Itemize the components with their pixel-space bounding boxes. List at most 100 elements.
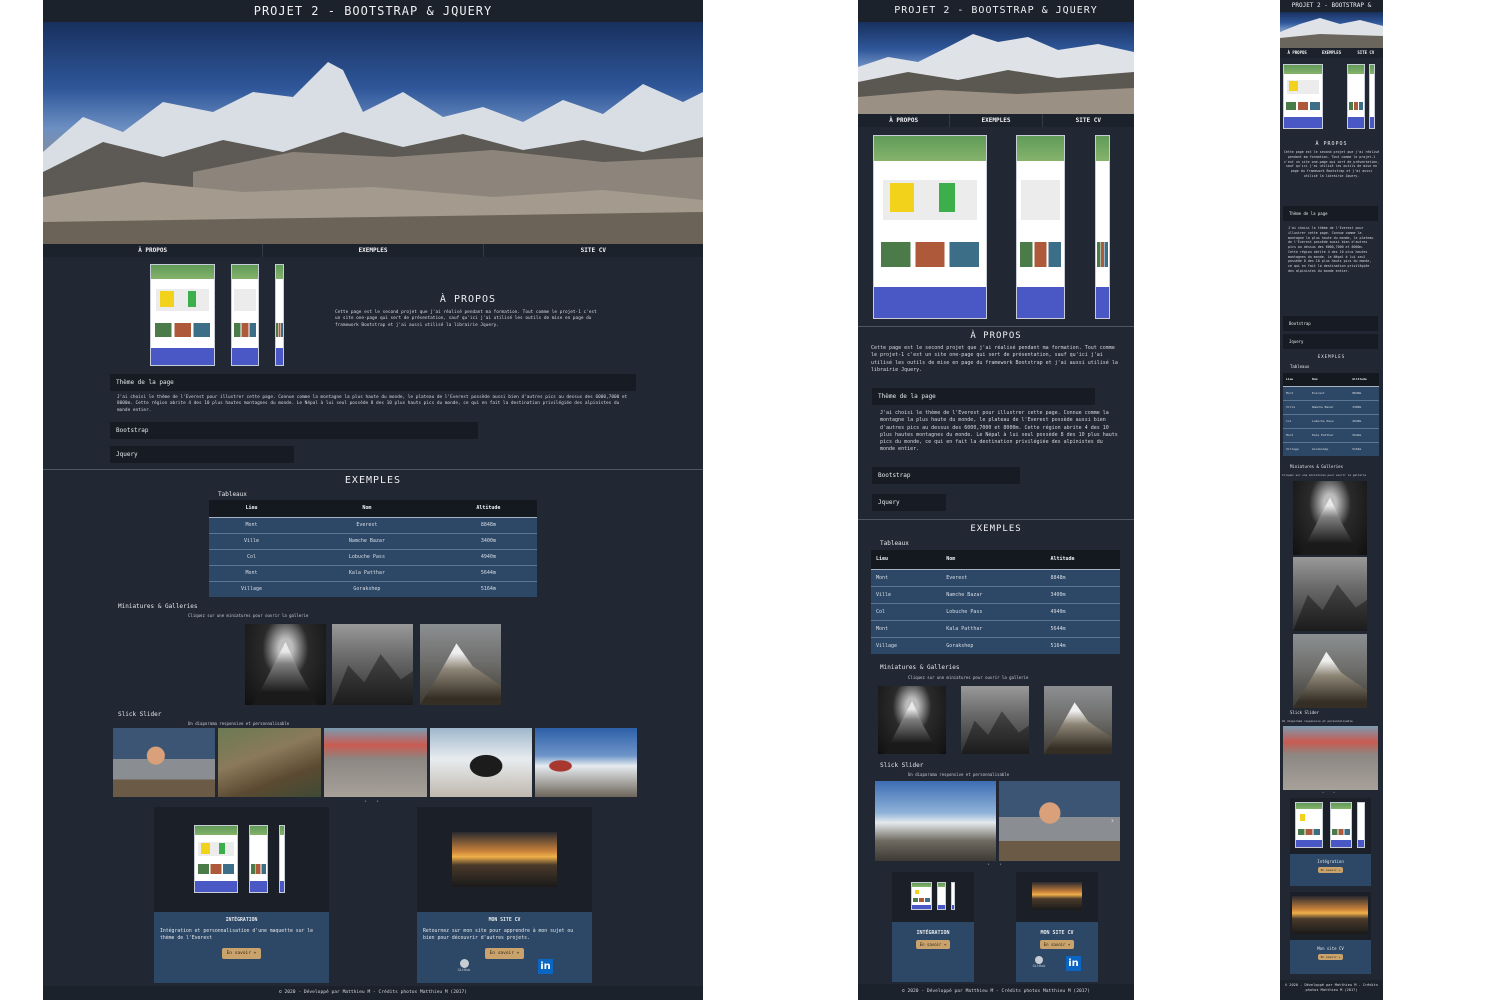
nav-examples[interactable]: EXEMPLES bbox=[950, 114, 1043, 127]
accordion-bootstrap[interactable]: Bootstrap bbox=[1283, 316, 1378, 331]
slider-dots[interactable]: • • bbox=[966, 862, 1026, 868]
table-cell: 3400m bbox=[439, 532, 537, 549]
integration-card-title: INTÉGRATION bbox=[916, 930, 950, 936]
table-cell: Everest bbox=[1312, 385, 1353, 400]
table-cell: Gorakshep bbox=[946, 636, 1051, 654]
nav-examples[interactable]: EXEMPLES bbox=[263, 244, 484, 257]
altitude-table: Lieu Nom Altitude Mont Everest 8848m Ville N… bbox=[1283, 373, 1379, 456]
cv-more-button[interactable]: En savoir + bbox=[484, 948, 525, 960]
gallery-thumbnail[interactable] bbox=[245, 624, 326, 705]
nav-about[interactable]: À PROPOS bbox=[43, 244, 264, 257]
linkedin-icon[interactable]: in bbox=[1066, 956, 1081, 971]
accordion-bootstrap[interactable]: Bootstrap bbox=[110, 422, 478, 439]
accordion-jquery[interactable]: Jquery bbox=[872, 494, 946, 511]
desktop-mockup-image bbox=[873, 135, 987, 319]
desktop-mockup-image bbox=[1283, 64, 1323, 129]
integration-card: INTÉGRATION Intégration et personnalisat… bbox=[154, 807, 329, 983]
nav-cv[interactable]: SITE CV bbox=[484, 244, 703, 257]
nav-cv[interactable]: SITE CV bbox=[1349, 48, 1383, 58]
table-cell: Col bbox=[871, 602, 947, 620]
about-text: Cette page est le second projet que j'ai… bbox=[1283, 150, 1380, 178]
theme-text: J'ai choisi le thème de l'Everest pour i… bbox=[1288, 226, 1374, 273]
gallery-thumbnail[interactable] bbox=[1293, 634, 1367, 708]
table-cell: 3400m bbox=[1352, 399, 1379, 414]
gallery-thumbnail[interactable] bbox=[420, 624, 501, 705]
gallery-thumbnail[interactable] bbox=[961, 686, 1029, 754]
table-row: Col Lobuche Pass 4940m bbox=[1283, 413, 1379, 428]
slider-image bbox=[1283, 726, 1378, 790]
accordion-bootstrap[interactable]: Bootstrap bbox=[872, 467, 1020, 484]
table-cell: Col bbox=[209, 548, 295, 565]
slider-dots[interactable]: • • bbox=[1300, 790, 1360, 795]
desktop-view: PROJET 2 - BOOTSTRAP & JQUERY À PROPOS E… bbox=[43, 0, 703, 1000]
integration-more-button[interactable]: En savoir + bbox=[915, 940, 951, 949]
integration-card-body: Intégration En savoir + bbox=[1290, 854, 1371, 886]
integration-card-body: INTÉGRATION Intégration et personnalisat… bbox=[154, 912, 329, 983]
accordion-theme[interactable]: Thème de la page bbox=[872, 388, 1095, 405]
cv-card: Mon site CV En savoir + bbox=[1290, 892, 1371, 974]
gallery-note: Cliquez sur une miniatures pour ouvrir l… bbox=[188, 613, 309, 618]
table-header-lieu: Lieu bbox=[209, 500, 295, 517]
table-row: Village Gorakshep 5164m bbox=[871, 636, 1120, 654]
hero-mountain-image bbox=[1280, 12, 1383, 48]
desktop-mockup-image bbox=[150, 264, 215, 366]
slider-dots[interactable]: • • bbox=[343, 799, 403, 805]
accordion-jquery[interactable]: Jquery bbox=[1283, 334, 1378, 349]
integration-card-title: INTÉGRATION bbox=[225, 918, 258, 923]
table-cell: Namche Bazar bbox=[294, 532, 440, 549]
slider-note: Un diaporama responsive et personnalisab… bbox=[188, 721, 290, 726]
table-cell: Ville bbox=[1283, 399, 1313, 414]
gallery-thumbnail[interactable] bbox=[1293, 481, 1367, 555]
table-cell: Village bbox=[1283, 441, 1313, 456]
accordion-jquery[interactable]: Jquery bbox=[110, 446, 294, 463]
accordion-theme[interactable]: Thème de la page bbox=[1283, 206, 1378, 221]
nav-about[interactable]: À PROPOS bbox=[858, 114, 951, 127]
gallery-thumbnail[interactable] bbox=[332, 624, 413, 705]
table-cell: Gorakshep bbox=[1312, 441, 1353, 456]
examples-title: EXEMPLES bbox=[1317, 354, 1346, 359]
table-cell: Mont bbox=[871, 568, 947, 586]
table-header-lieu: Lieu bbox=[1283, 373, 1313, 386]
cv-site-preview-image bbox=[1292, 896, 1368, 934]
table-cell: Mont bbox=[1283, 427, 1313, 442]
table-header-nom: Nom bbox=[294, 500, 440, 517]
cv-more-button[interactable]: En savoir + bbox=[1039, 940, 1075, 949]
github-icon[interactable]: GitHub bbox=[457, 959, 471, 972]
table-cell: Namche Bazar bbox=[1312, 399, 1353, 414]
nav-examples[interactable]: EXEMPLES bbox=[1314, 48, 1348, 58]
slider-prev-arrow[interactable]: ‹ bbox=[876, 816, 881, 825]
integration-more-button[interactable]: En savoir + bbox=[1317, 867, 1344, 873]
nav-about[interactable]: À PROPOS bbox=[1280, 48, 1314, 58]
mobile-mockup-image bbox=[1095, 135, 1110, 319]
table-cell: 4940m bbox=[1352, 413, 1379, 428]
gallery-thumbnail[interactable] bbox=[878, 686, 946, 754]
github-icon[interactable]: GitHub bbox=[1032, 956, 1046, 968]
gallery-note: Cliquez sur une miniatures pour ouvrir l… bbox=[1282, 473, 1367, 477]
gallery-thumbnail[interactable] bbox=[1293, 557, 1367, 631]
integration-more-button[interactable]: En savoir + bbox=[221, 948, 262, 960]
table-header-altitude: Altitude bbox=[1050, 550, 1120, 569]
main-nav: À PROPOS EXEMPLES SITE CV bbox=[858, 114, 1134, 127]
table-cell: 8848m bbox=[1050, 568, 1120, 586]
nav-cv[interactable]: SITE CV bbox=[1043, 114, 1134, 127]
mobile-mockup-image bbox=[1369, 64, 1375, 129]
accordion-theme[interactable]: Thème de la page bbox=[110, 374, 636, 391]
cv-card-title: MON SITE CV bbox=[1040, 930, 1074, 936]
cv-more-button[interactable]: En savoir + bbox=[1317, 954, 1344, 960]
cv-site-preview-image bbox=[1032, 882, 1082, 910]
slider-label: Slick Slider bbox=[1290, 710, 1319, 715]
integration-card-title: Intégration bbox=[1317, 859, 1344, 864]
linkedin-icon[interactable]: in bbox=[538, 959, 553, 974]
theme-text: J'ai choisi le thème de l'Everest pour i… bbox=[880, 410, 1118, 453]
section-divider bbox=[858, 326, 1134, 327]
cv-card-text: Retournez sur mon site pour apprendre à … bbox=[423, 929, 574, 942]
cv-card-title: MON SITE CV bbox=[488, 918, 521, 923]
gallery-thumbnail[interactable] bbox=[1044, 686, 1112, 754]
slider-image bbox=[113, 728, 215, 797]
tablet-mockup-image bbox=[1016, 135, 1065, 319]
slider-next-arrow[interactable]: › bbox=[1110, 816, 1115, 825]
card-mockup-image bbox=[1295, 802, 1323, 848]
card-mockup-image bbox=[911, 882, 932, 910]
table-header-altitude: Altitude bbox=[439, 500, 537, 517]
card-mockup-image bbox=[937, 882, 946, 910]
